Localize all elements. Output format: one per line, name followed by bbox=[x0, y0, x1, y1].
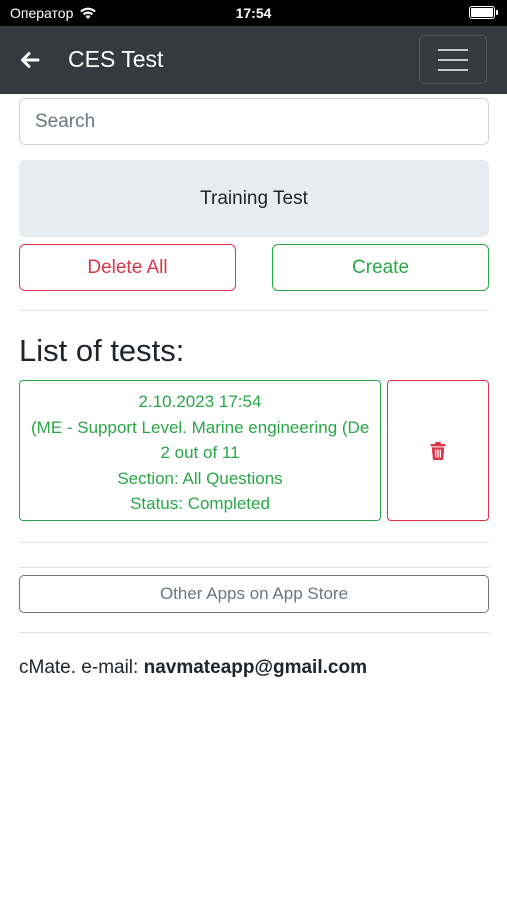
page-title: CES Test bbox=[68, 46, 164, 72]
footer-email[interactable]: navmateapp@gmail.com bbox=[144, 657, 367, 678]
delete-test-button[interactable] bbox=[387, 380, 489, 521]
navbar: CES Test bbox=[0, 26, 507, 94]
status-time: 17:54 bbox=[235, 5, 272, 21]
footer-contact: cMate. e-mail: navmateapp@gmail.com bbox=[19, 657, 367, 679]
create-label: Create bbox=[351, 256, 410, 278]
test-name: (ME - Support Level. Marine engineering … bbox=[31, 417, 370, 437]
divider bbox=[19, 542, 489, 543]
arrow-left-icon[interactable] bbox=[16, 46, 44, 74]
training-test-label: Training Test bbox=[200, 187, 308, 209]
list-heading: List of tests: bbox=[19, 333, 185, 368]
divider bbox=[19, 310, 489, 311]
search-input[interactable] bbox=[19, 98, 489, 145]
test-date: 2.10.2023 17:54 bbox=[138, 392, 262, 411]
create-button[interactable]: Create bbox=[272, 244, 489, 291]
test-status: Status: Completed bbox=[130, 494, 270, 514]
test-section: Section: All Questions bbox=[117, 468, 283, 488]
battery-icon bbox=[469, 6, 498, 19]
delete-all-label: Delete All bbox=[87, 256, 168, 278]
training-test-button[interactable]: Training Test bbox=[19, 160, 489, 237]
status-bar: Оператор 17:54 bbox=[0, 0, 507, 26]
other-apps-button[interactable]: Other Apps on App Store bbox=[19, 575, 489, 613]
trash-icon bbox=[430, 441, 446, 460]
hamburger-menu-icon[interactable] bbox=[419, 35, 487, 84]
test-progress: 2 out of 11 bbox=[160, 443, 240, 463]
other-apps-label: Other Apps on App Store bbox=[159, 584, 349, 603]
test-item[interactable]: 2.10.2023 17:54 (ME - Support Level. Mar… bbox=[19, 380, 381, 521]
footer-prefix: cMate. e-mail: bbox=[19, 657, 144, 678]
divider bbox=[19, 632, 489, 633]
delete-all-button[interactable]: Delete All bbox=[19, 244, 236, 291]
divider bbox=[19, 567, 489, 568]
